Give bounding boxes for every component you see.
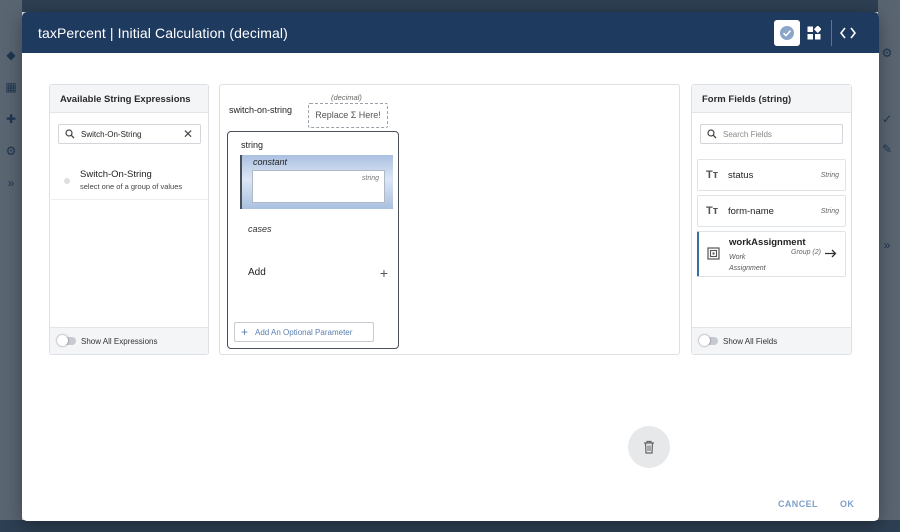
return-type-label: (decimal) <box>331 93 362 102</box>
field-name: status <box>728 170 754 181</box>
text-field-icon: Tт <box>706 169 719 181</box>
expression-editor-modal: taxPercent | Initial Calculation (decima… <box>22 12 879 521</box>
show-all-expressions-toggle-row[interactable]: Show All Expressions <box>50 327 208 354</box>
field-type: String <box>820 208 839 215</box>
settings-icon: ⚙ <box>5 144 17 158</box>
check-icon-right: ✓ <box>881 112 893 126</box>
optional-param-label: Add An Optional Parameter <box>255 327 353 337</box>
background-topbar <box>0 0 900 12</box>
function-name: switch-on-string <box>229 105 293 115</box>
delete-button[interactable] <box>628 426 670 468</box>
constant-parameter[interactable]: constant string <box>240 155 393 209</box>
field-item-work-assignment[interactable]: workAssignment Work Assignment Group (2) <box>697 231 846 277</box>
plus-icon: + <box>379 265 388 281</box>
search-icon <box>707 129 717 139</box>
settings-icon-right: ⚙ <box>881 46 893 60</box>
field-item-form-name[interactable]: Tт form-name String <box>697 195 846 227</box>
expression-search-input[interactable]: Switch-On-String ✕ <box>58 124 201 144</box>
clear-icon[interactable]: ✕ <box>183 127 193 141</box>
arrow-right-icon[interactable] <box>825 249 837 258</box>
switch-expression-block: string constant string cases Add + + Add… <box>227 131 399 349</box>
dashboard-icon: ▦ <box>5 80 17 94</box>
puzzle-icon: ✚ <box>5 112 17 126</box>
field-type: Group (2) <box>791 249 821 256</box>
expand-icon-right: » <box>883 238 891 252</box>
list-item-switch-on-string[interactable]: Switch-On-String select one of a group o… <box>51 164 208 200</box>
background-bottombar <box>0 520 900 532</box>
toggle-switch[interactable] <box>699 335 718 346</box>
constant-input[interactable]: string <box>252 170 385 203</box>
search-placeholder: Search Fields <box>723 129 772 139</box>
cancel-button[interactable]: CANCEL <box>778 499 818 509</box>
modal-title: taxPercent | Initial Calculation (decima… <box>38 24 288 41</box>
field-type: String <box>820 172 839 179</box>
replace-drop-zone[interactable]: Replace Σ Here! <box>308 103 388 128</box>
field-subtitle-line1: Work <box>729 254 746 261</box>
constant-label: constant <box>253 157 288 167</box>
check-button[interactable] <box>774 19 800 46</box>
toggle-switch[interactable] <box>57 335 76 346</box>
check-icon <box>780 25 794 40</box>
panel-title: Available String Expressions <box>50 85 208 113</box>
add-case-button[interactable]: Add + <box>248 265 388 281</box>
trash-icon <box>644 440 654 454</box>
group-icon <box>707 247 720 260</box>
show-all-fields-toggle-row[interactable]: Show All Fields <box>692 327 851 354</box>
toggle-label: Show All Expressions <box>81 336 158 346</box>
expression-title: Switch-On-String <box>80 169 152 180</box>
bullet-icon <box>64 178 70 184</box>
field-subtitle-line2: Assignment <box>729 265 766 272</box>
code-icon <box>840 27 856 38</box>
search-icon <box>65 129 75 139</box>
widgets-icon <box>807 25 821 39</box>
expand-icon: » <box>7 176 15 190</box>
constant-type: string <box>361 175 379 182</box>
modal-header: taxPercent | Initial Calculation (decima… <box>22 12 879 53</box>
text-field-icon: Tт <box>706 205 719 217</box>
param-type-label: string <box>241 140 264 150</box>
panel-title: Form Fields (string) <box>692 85 851 113</box>
toggle-label: Show All Fields <box>723 336 778 346</box>
field-name: workAssignment <box>729 237 806 248</box>
expression-subtitle: select one of a group of values <box>80 182 183 191</box>
add-optional-parameter-button[interactable]: + Add An Optional Parameter <box>234 322 374 342</box>
field-subtitle: Work Assignment <box>729 252 789 274</box>
code-button[interactable] <box>835 20 861 46</box>
ok-button[interactable]: OK <box>840 499 854 509</box>
available-expressions-panel: Available String Expressions Switch-On-S… <box>49 84 209 355</box>
cases-label: cases <box>248 224 272 234</box>
field-item-status[interactable]: Tт status String <box>697 159 846 191</box>
search-value: Switch-On-String <box>81 129 142 139</box>
field-search-input[interactable]: Search Fields <box>700 124 843 144</box>
add-label: Add <box>248 267 266 278</box>
widgets-button[interactable] <box>801 20 827 46</box>
layers-icon: ◆ <box>6 48 16 62</box>
field-name: form-name <box>728 206 774 217</box>
background-right-sidebar <box>878 0 900 532</box>
plus-icon: + <box>241 325 249 339</box>
wrench-icon: ✎ <box>881 142 893 156</box>
header-separator <box>831 19 832 46</box>
expression-workspace-panel: switch-on-string (decimal) Replace Σ Her… <box>219 84 680 355</box>
form-fields-panel: Form Fields (string) Search Fields Tт st… <box>691 84 852 355</box>
